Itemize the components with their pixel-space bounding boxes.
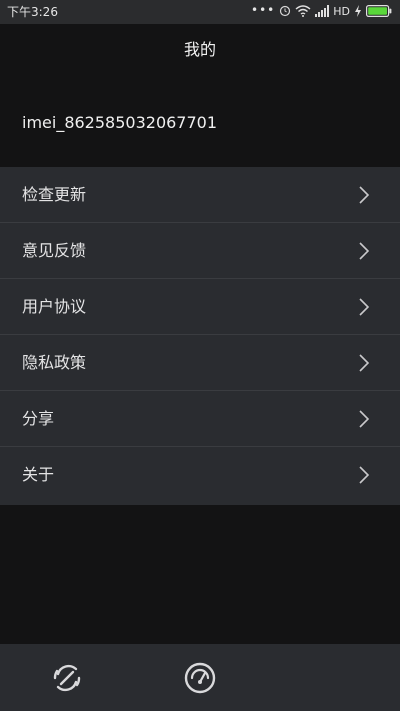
menu-item-privacy-policy[interactable]: 隐私政策 [0, 335, 400, 391]
menu-item-user-agreement[interactable]: 用户协议 [0, 279, 400, 335]
charging-icon [354, 4, 362, 20]
menu-item-check-update[interactable]: 检查更新 [0, 167, 400, 223]
status-time: 下午3:26 [7, 5, 58, 19]
nav-tab-speed[interactable] [182, 660, 218, 696]
status-bar: 下午3:26 ••• HD [0, 0, 400, 24]
menu-item-feedback[interactable]: 意见反馈 [0, 223, 400, 279]
chevron-right-icon [359, 410, 370, 428]
wifi-icon [295, 4, 311, 20]
empty-area [0, 505, 400, 644]
nav-tab-connection[interactable] [49, 660, 85, 696]
chevron-right-icon [359, 298, 370, 316]
battery-icon [366, 4, 392, 20]
chevron-right-icon [359, 242, 370, 260]
page-title: 我的 [183, 40, 216, 59]
notification-dots: ••• [251, 3, 276, 17]
menu-item-about[interactable]: 关于 [0, 447, 400, 505]
menu-item-label: 关于 [22, 465, 55, 484]
chevron-right-icon [359, 186, 370, 204]
menu-item-label: 用户协议 [22, 297, 87, 316]
menu-item-label: 分享 [22, 409, 55, 428]
bottom-nav [0, 644, 400, 711]
menu-item-label: 意见反馈 [22, 241, 87, 260]
network-label: HD [333, 5, 350, 18]
menu-item-label: 隐私政策 [22, 353, 87, 372]
signal-icon [315, 4, 330, 20]
gauge-icon [184, 662, 216, 694]
status-icons: ••• HD [251, 3, 392, 21]
link-off-icon [53, 664, 81, 692]
menu-item-label: 检查更新 [22, 185, 87, 204]
settings-menu: 检查更新 意见反馈 用户协议 隐私政策 分享 关于 [0, 167, 400, 505]
app-screen: 下午3:26 ••• HD 我的 imei_862585032067701 检查… [0, 0, 400, 711]
alarm-icon [279, 5, 291, 20]
device-id: imei_862585032067701 [22, 113, 218, 132]
header: 我的 [0, 24, 400, 76]
menu-item-share[interactable]: 分享 [0, 391, 400, 447]
account-section: imei_862585032067701 [0, 76, 400, 167]
chevron-right-icon [359, 466, 370, 484]
chevron-right-icon [359, 354, 370, 372]
